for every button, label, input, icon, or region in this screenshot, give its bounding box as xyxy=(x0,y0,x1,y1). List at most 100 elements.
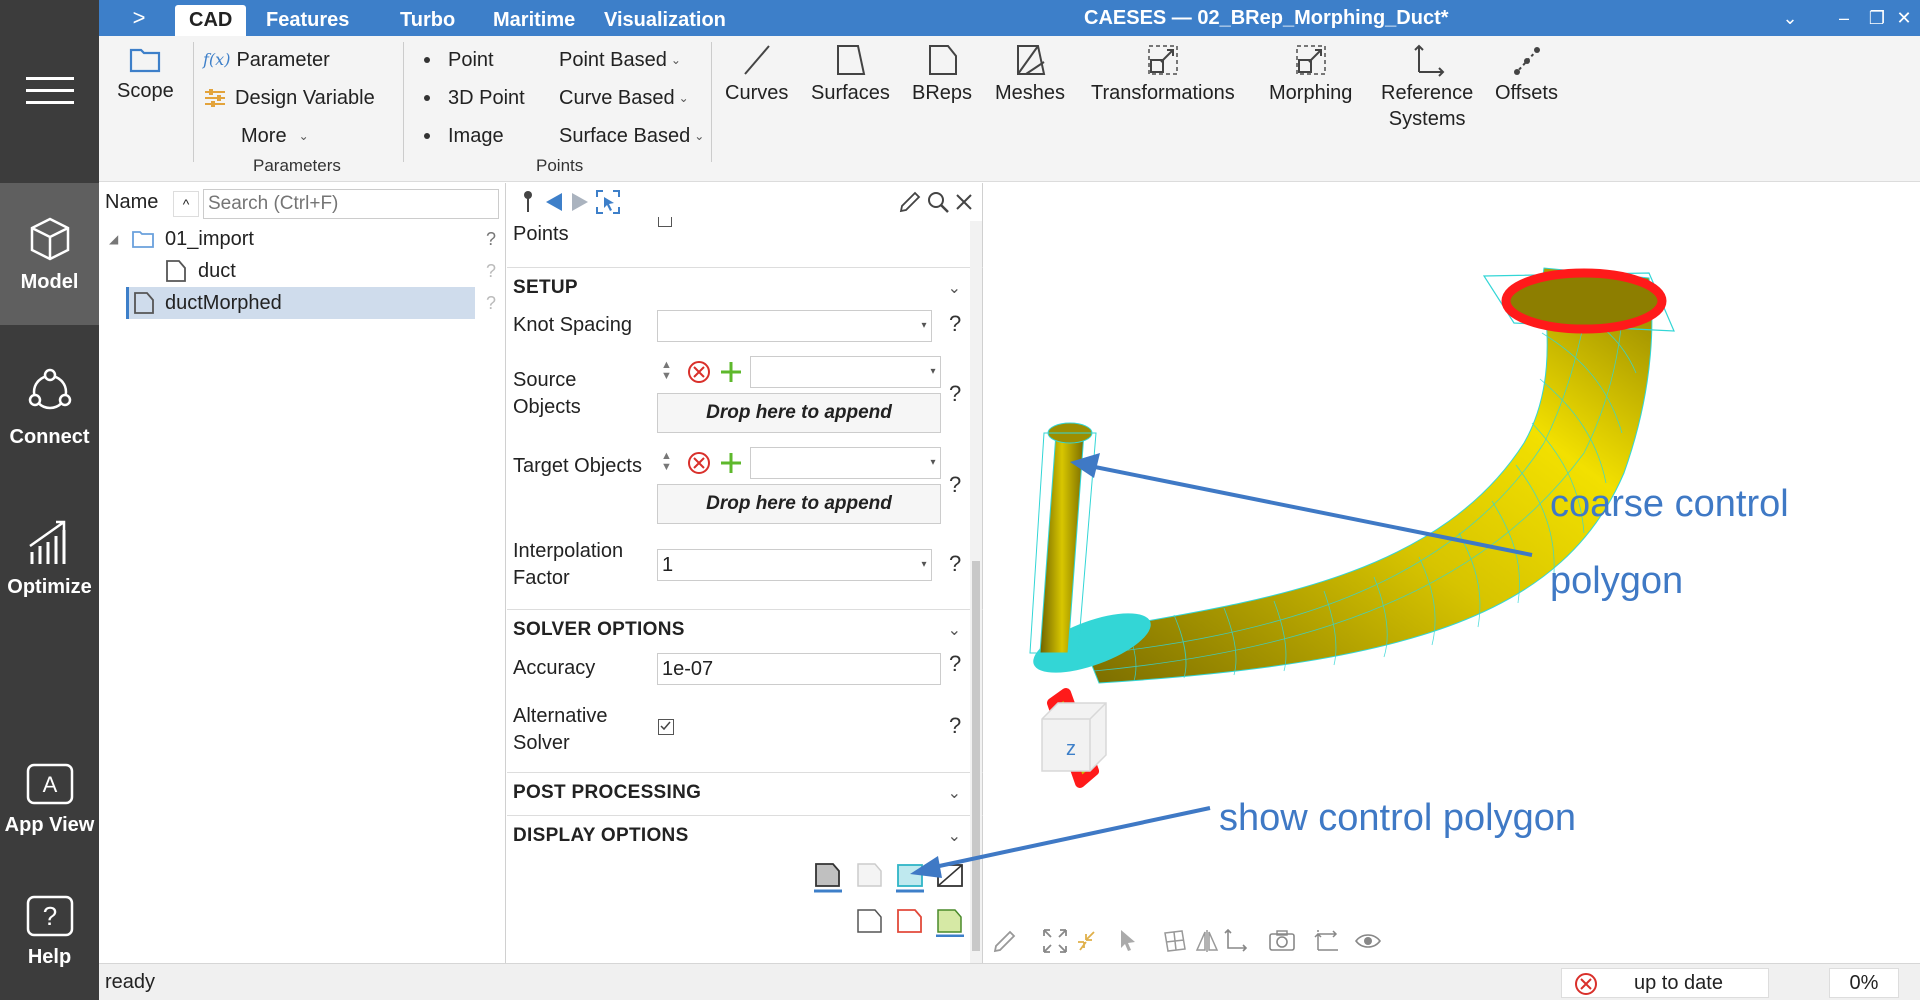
measure-icon[interactable] xyxy=(1312,928,1340,954)
tree-row[interactable]: ◢ 01_import ? xyxy=(99,223,506,255)
restore-button[interactable]: ❐ xyxy=(1862,4,1892,32)
scrollbar-thumb[interactable] xyxy=(972,561,980,951)
help-icon[interactable]: ? xyxy=(949,551,961,577)
search-input[interactable] xyxy=(203,189,499,219)
select-in-tree-icon[interactable] xyxy=(595,189,621,215)
close-window-button[interactable]: ✕ xyxy=(1889,4,1919,32)
tab-features[interactable]: Features xyxy=(252,5,363,36)
grid-icon[interactable] xyxy=(1162,928,1188,954)
minimize-button[interactable]: – xyxy=(1829,4,1859,32)
name-column-header[interactable]: Name xyxy=(105,191,158,214)
remove-icon[interactable] xyxy=(687,451,711,475)
tab-maritime[interactable]: Maritime xyxy=(479,5,589,36)
rail-item-optimize[interactable]: Optimize xyxy=(0,502,99,612)
source-objects-select[interactable]: ▾ xyxy=(750,356,941,388)
help-icon[interactable]: ? xyxy=(949,713,961,739)
edit-pencil-icon[interactable] xyxy=(897,189,923,215)
target-objects-select[interactable]: ▾ xyxy=(750,447,941,479)
tree-row[interactable]: duct ? xyxy=(99,255,506,287)
transformations-button[interactable]: Transformations xyxy=(1091,42,1235,106)
pin-icon[interactable] xyxy=(515,189,541,215)
surfaces-label: Surfaces xyxy=(811,82,890,104)
add-icon[interactable] xyxy=(719,451,743,475)
red-outline-toggle-icon[interactable] xyxy=(895,905,925,937)
breps-button[interactable]: BReps xyxy=(912,42,972,106)
transformations-label: Transformations xyxy=(1091,82,1235,104)
help-icon[interactable]: ? xyxy=(486,293,496,314)
help-icon[interactable]: ? xyxy=(486,229,496,250)
search-icon[interactable] xyxy=(925,189,951,215)
rail-item-model[interactable]: Model xyxy=(0,183,99,325)
dropdown-arrow-icon[interactable]: ▾ xyxy=(926,448,940,478)
tab-cad[interactable]: CAD xyxy=(175,5,247,36)
curve-based-dropdown[interactable]: Curve Based ⌄ xyxy=(559,84,689,112)
back-arrow-icon[interactable] xyxy=(541,189,567,215)
axes-icon[interactable] xyxy=(1222,928,1248,954)
sort-arrows-icon[interactable]: ▲ ▼ xyxy=(661,360,672,382)
pencil-icon[interactable] xyxy=(992,928,1018,954)
interpolation-factor-field[interactable]: 1 ▾ xyxy=(657,549,932,581)
chevron-down-icon[interactable]: ⌄ xyxy=(1775,4,1805,32)
forward-arrow-icon[interactable] xyxy=(567,189,593,215)
ribbon-toggle-button[interactable]: > xyxy=(119,2,159,34)
point-button[interactable]: Point xyxy=(424,46,494,74)
section-setup[interactable]: SETUP ⌄ xyxy=(507,267,983,307)
help-icon[interactable]: ? xyxy=(949,311,961,337)
offsets-label: Offsets xyxy=(1495,82,1558,104)
rail-item-help[interactable]: ? Help xyxy=(0,876,99,986)
image-button[interactable]: Image xyxy=(424,122,504,150)
close-icon[interactable] xyxy=(951,189,977,215)
section-solver-options[interactable]: SOLVER OPTIONS ⌄ xyxy=(507,609,983,649)
help-icon[interactable]: ? xyxy=(949,381,961,407)
point3d-button[interactable]: 3D Point xyxy=(424,84,525,112)
meshes-button[interactable]: Meshes xyxy=(995,42,1065,106)
tree-row-selected[interactable]: ductMorphed ? xyxy=(99,287,506,319)
hamburger-menu-button[interactable] xyxy=(0,0,99,180)
curves-button[interactable]: Curves xyxy=(725,42,788,106)
rail-item-connect[interactable]: Connect xyxy=(0,352,99,462)
sort-arrows-icon[interactable]: ▲ ▼ xyxy=(661,451,672,473)
add-icon[interactable] xyxy=(719,360,743,384)
dropdown-arrow-icon[interactable]: ▾ xyxy=(917,550,931,580)
tab-turbo[interactable]: Turbo xyxy=(386,5,469,36)
fit-view-icon[interactable] xyxy=(1042,928,1068,954)
rail-item-app-view[interactable]: A App View xyxy=(0,744,99,854)
annotation-arrow-2 xyxy=(910,806,1211,878)
show-faces-toggle-icon[interactable] xyxy=(855,861,885,893)
colored-surface-toggle-icon[interactable] xyxy=(935,905,965,937)
point-based-dropdown[interactable]: Point Based ⌄ xyxy=(559,46,681,74)
more-dropdown[interactable]: More ⌄ xyxy=(241,122,309,150)
camera-icon[interactable] xyxy=(1268,928,1296,954)
build-status-field[interactable]: up to date xyxy=(1561,968,1769,998)
dropdown-arrow-icon[interactable]: ▾ xyxy=(917,311,931,341)
collapse-arrow-icon[interactable]: ◢ xyxy=(109,232,118,246)
design-variable-button[interactable]: Design Variable xyxy=(203,84,375,112)
reference-systems-button[interactable]: Reference Systems xyxy=(1381,42,1473,132)
mirror-icon[interactable] xyxy=(1194,928,1220,954)
morphing-button[interactable]: Morphing xyxy=(1269,42,1352,106)
accuracy-field[interactable]: 1e-07 xyxy=(657,653,941,685)
shaded-toggle-icon[interactable] xyxy=(855,905,885,937)
surface-based-label: Surface Based xyxy=(559,125,691,147)
scope-button[interactable]: Scope xyxy=(117,42,174,104)
surface-based-dropdown[interactable]: Surface Based ⌄ xyxy=(559,122,704,150)
show-brep-toggle-icon[interactable] xyxy=(813,861,843,893)
help-icon[interactable]: ? xyxy=(949,472,961,498)
knot-spacing-field[interactable]: ▾ xyxy=(657,310,932,342)
surfaces-button[interactable]: Surfaces xyxy=(811,42,890,106)
points-checkbox[interactable] xyxy=(658,217,672,227)
source-drop-zone[interactable]: Drop here to append xyxy=(657,393,941,433)
tab-visualization[interactable]: Visualization xyxy=(590,5,740,36)
pointer-icon[interactable] xyxy=(1117,928,1139,954)
eye-icon[interactable] xyxy=(1354,928,1382,954)
offsets-button[interactable]: Offsets xyxy=(1495,42,1558,106)
help-icon[interactable]: ? xyxy=(486,261,496,282)
remove-icon[interactable] xyxy=(687,360,711,384)
dropdown-arrow-icon[interactable]: ▾ xyxy=(926,357,940,387)
parameter-button[interactable]: f(x) Parameter xyxy=(203,46,330,74)
help-icon[interactable]: ? xyxy=(949,651,961,677)
sort-ascending-icon[interactable]: ^ xyxy=(173,191,199,217)
alternative-solver-checkbox[interactable] xyxy=(658,719,674,735)
zoom-selection-icon[interactable] xyxy=(1072,928,1098,954)
target-drop-zone[interactable]: Drop here to append xyxy=(657,484,941,524)
